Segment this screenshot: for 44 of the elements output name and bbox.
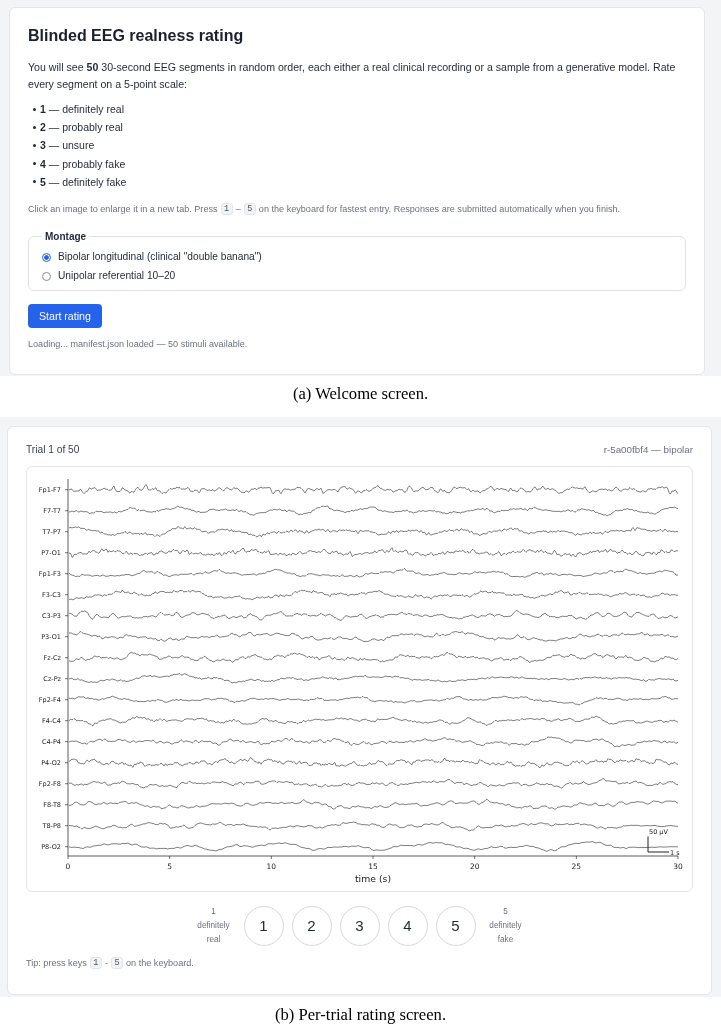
anchor-label: definitely real [196, 919, 231, 946]
rating-button[interactable]: 3 [339, 905, 380, 946]
key-cap: 5 [110, 956, 124, 969]
anchor-number: 1 [211, 905, 216, 918]
anchor-label: definitely fake [488, 919, 523, 946]
tip-text: - [104, 956, 108, 970]
radio-label[interactable]: Bipolar longitudinal (clinical "double banana") [58, 249, 262, 266]
start-button[interactable]: Start rating [28, 303, 102, 328]
figure-caption: (a) Welcome screen. [291, 382, 430, 405]
figure-caption: (b) Per-trial rating screen. [273, 1003, 448, 1026]
page-title: Blinded EEG realness rating [28, 26, 245, 46]
bullet-icon [33, 143, 36, 147]
scale-item: 4 — probably fake [40, 156, 126, 172]
key-cap: 1 [89, 956, 102, 969]
rating-button[interactable]: 2 [291, 905, 332, 946]
hint-text: Click an image to enlarge it in a new tab. Press [28, 202, 218, 216]
status-text: Loading... manifest.json loaded — 50 stimuli available. [28, 337, 249, 351]
scale-bar [647, 835, 670, 853]
scale-item: 1 — definitely real [40, 102, 125, 118]
tip-text: on the keyboard. [126, 956, 194, 970]
bullet-icon [33, 180, 36, 184]
radio-button[interactable] [42, 252, 51, 262]
radio-button[interactable] [42, 271, 51, 281]
key-cap: 5 [243, 202, 256, 215]
intro-text: You will see 50 30-second EEG segments in random order, each either a real clinical recording or a sample from a generative model. Rate every segment on a 5-point scale: [28, 60, 677, 92]
scale-item: 2 — probably real [40, 120, 123, 136]
radio-label[interactable]: Unipolar referential 10–20 [58, 268, 176, 285]
hint-text: on the keyboard for fastest entry. Responses are submitted automatically when you finish. [258, 202, 621, 216]
rating-button[interactable]: 5 [435, 905, 476, 946]
rating-button[interactable]: 1 [243, 905, 284, 946]
bullet-icon [33, 162, 36, 166]
scale-item: 3 — unsure [40, 138, 95, 154]
scale-item: 5 — definitely fake [40, 174, 127, 190]
anchor-number: 5 [503, 905, 508, 918]
axis-title: time (s) [354, 872, 392, 884]
bullet-icon [33, 125, 36, 129]
montage-legend: Montage [42, 228, 90, 245]
tip-text: Tip: press keys [26, 956, 87, 970]
trial-counter: Trial 1 of 50 [26, 444, 80, 456]
key-cap: 1 [220, 202, 233, 215]
hint-text: – [235, 202, 241, 216]
stimulus-id: r-5a00fbf4 — bipolar [603, 444, 693, 456]
bullet-icon [33, 107, 36, 111]
rating-button[interactable]: 4 [387, 905, 428, 946]
